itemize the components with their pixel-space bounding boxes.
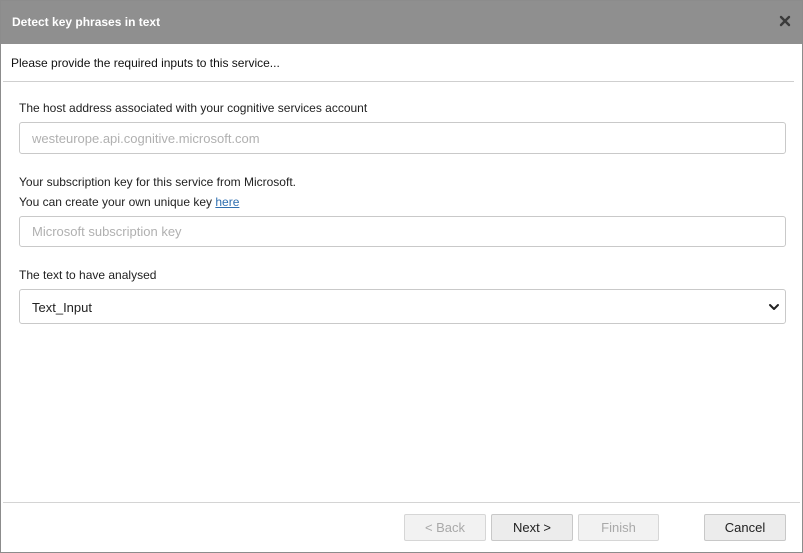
close-icon <box>779 15 791 27</box>
text-select-label: The text to have analysed <box>19 268 157 282</box>
host-label: The host address associated with your co… <box>19 101 368 115</box>
subscription-hint: You can create your own unique key here <box>19 195 239 209</box>
back-button[interactable]: < Back <box>404 514 486 541</box>
footer-divider <box>3 502 800 503</box>
host-address-input[interactable] <box>19 122 786 154</box>
intro-divider <box>3 81 794 82</box>
intro-text: Please provide the required inputs to th… <box>11 56 280 70</box>
select-value: Text_Input <box>32 300 92 315</box>
dialog-titlebar: Detect key phrases in text <box>1 1 802 44</box>
cancel-button[interactable]: Cancel <box>704 514 786 541</box>
dialog: Detect key phrases in text Please provid… <box>0 0 803 553</box>
subscription-hint-text: You can create your own unique key <box>19 195 216 209</box>
finish-button[interactable]: Finish <box>578 514 659 541</box>
subscription-label: Your subscription key for this service f… <box>19 175 296 189</box>
next-button[interactable]: Next > <box>491 514 573 541</box>
create-key-link[interactable]: here <box>215 195 239 209</box>
close-button[interactable] <box>779 15 793 29</box>
text-source-select[interactable]: Text_Input <box>19 289 786 324</box>
chevron-down-icon <box>769 304 779 310</box>
dialog-title: Detect key phrases in text <box>12 15 161 29</box>
subscription-key-input[interactable] <box>19 216 786 247</box>
